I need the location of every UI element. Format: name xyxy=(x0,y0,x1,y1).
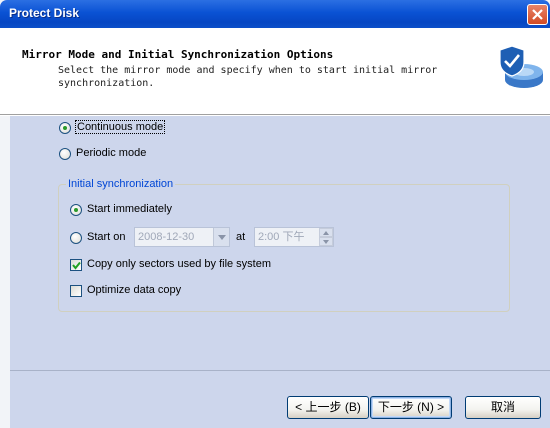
chevron-up-icon xyxy=(323,231,329,235)
close-icon xyxy=(532,9,543,20)
checkbox-unchecked-icon xyxy=(70,285,82,297)
next-button[interactable]: 下一步 (N) > xyxy=(370,396,452,419)
continuous-mode-label: Continuous mode xyxy=(74,120,166,134)
start-immediately-label: Start immediately xyxy=(87,203,172,215)
initial-sync-group-label: Initial synchronization xyxy=(66,178,176,190)
copy-used-sectors-label: Copy only sectors used by file system xyxy=(87,258,272,270)
start-time-value: 2:00 下午 xyxy=(258,231,305,243)
periodic-mode-label: Periodic mode xyxy=(76,147,147,159)
window-title: Protect Disk xyxy=(9,6,80,20)
page-title: Mirror Mode and Initial Synchronization … xyxy=(22,48,334,61)
radio-unselected-icon xyxy=(59,148,71,160)
protect-disk-dialog: Protect Disk Mirror Mode and Initial Syn… xyxy=(0,0,550,428)
radio-unselected-icon xyxy=(70,232,82,244)
chevron-down-icon xyxy=(218,235,226,240)
optimize-data-copy-label: Optimize data copy xyxy=(87,284,182,296)
checkbox-checked-icon xyxy=(70,259,82,271)
back-button[interactable]: < 上一步 (B) xyxy=(287,396,369,419)
at-label: at xyxy=(236,231,246,243)
start-on-label: Start on xyxy=(87,231,126,243)
title-bar[interactable]: Protect Disk xyxy=(0,0,550,28)
chevron-down-icon xyxy=(323,240,329,244)
wizard-header: Mirror Mode and Initial Synchronization … xyxy=(0,28,550,114)
page-description: Select the mirror mode and specify when … xyxy=(58,65,438,89)
close-button[interactable] xyxy=(527,4,548,25)
radio-selected-icon xyxy=(70,204,82,216)
cancel-button[interactable]: 取消 xyxy=(465,396,541,419)
radio-selected-icon xyxy=(59,122,71,134)
shield-disk-icon xyxy=(499,45,543,88)
time-spin-up-button[interactable] xyxy=(319,228,333,237)
date-dropdown-button[interactable] xyxy=(213,228,229,246)
start-date-value: 2008-12-30 xyxy=(138,231,195,243)
time-spin-down-button[interactable] xyxy=(319,237,333,246)
